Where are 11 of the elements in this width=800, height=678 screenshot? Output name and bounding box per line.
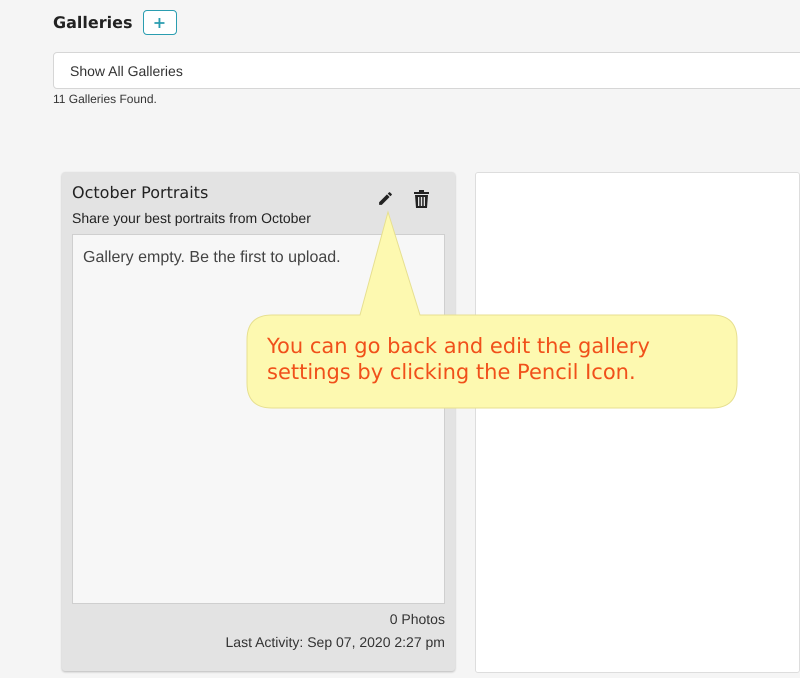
trash-icon[interactable] [414, 190, 429, 208]
last-activity: Last Activity: Sep 07, 2020 2:27 pm [226, 634, 445, 650]
empty-message: Gallery empty. Be the first to upload. [83, 249, 341, 266]
gallery-filter-field[interactable]: Show All Galleries [53, 52, 800, 89]
gallery-title: October Portraits [72, 183, 208, 202]
callout-text: You can go back and edit the gallery settings by clicking the Pencil Icon. [267, 333, 651, 385]
page-title: Galleries [53, 12, 132, 32]
photo-count: 0 Photos [390, 611, 445, 627]
gallery-description: Share your best portraits from October [72, 210, 312, 226]
result-count: 11 Galleries Found. [53, 92, 158, 106]
pencil-icon[interactable] [376, 190, 394, 207]
